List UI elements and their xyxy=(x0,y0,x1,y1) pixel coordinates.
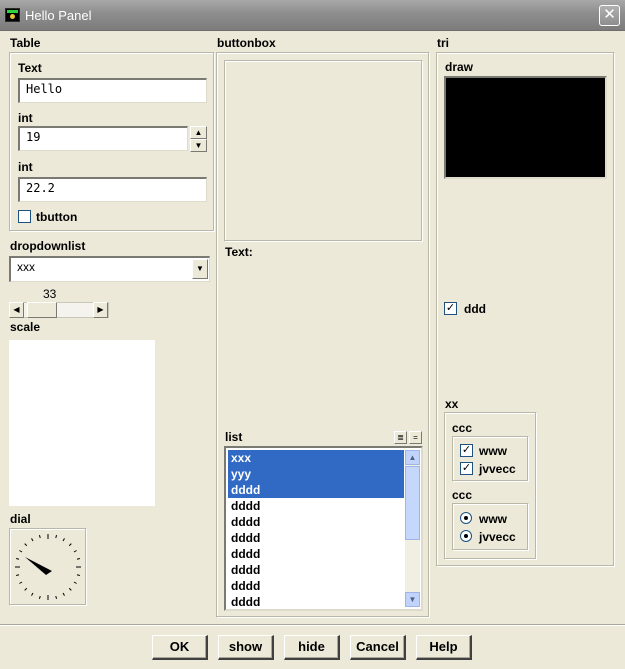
text-field[interactable]: Hello xyxy=(18,78,207,103)
list-item[interactable]: xxx xyxy=(228,450,404,466)
dial-tick xyxy=(68,543,72,547)
draw-label: draw xyxy=(445,60,474,74)
dial-tick xyxy=(38,534,41,539)
list-mode-single-icon[interactable]: = xyxy=(409,431,422,444)
dial-tick xyxy=(24,543,28,547)
list-item[interactable]: dddd xyxy=(228,562,404,578)
bottom-divider-highlight xyxy=(0,625,625,626)
dial-tick xyxy=(15,557,20,560)
ddd-label: ddd xyxy=(464,302,486,316)
tbutton-label: tbutton xyxy=(36,210,78,224)
www-radio[interactable] xyxy=(460,512,472,524)
dial-tick xyxy=(31,592,34,596)
dial-tick xyxy=(31,538,34,542)
dial-tick xyxy=(38,595,41,600)
text-label: Text xyxy=(18,61,42,75)
ccc-label-2: ccc xyxy=(452,488,473,502)
list-item[interactable]: dddd xyxy=(228,594,404,610)
list-item[interactable]: dddd xyxy=(228,578,404,594)
scroll-up-icon[interactable]: ▲ xyxy=(405,450,420,465)
int-label-1: int xyxy=(18,111,33,125)
www-checkbox-label: www xyxy=(479,444,508,458)
jvvecc-radio-label: jvvecc xyxy=(479,530,516,544)
show-button[interactable]: show xyxy=(218,635,274,660)
dropdown-value: xxx xyxy=(17,260,35,274)
dial-tick xyxy=(55,595,58,600)
dial-label: dial xyxy=(10,512,31,526)
buttonbox-area[interactable] xyxy=(224,60,423,242)
slider-right-icon[interactable]: ▶ xyxy=(93,302,108,318)
dial-tick xyxy=(19,550,23,553)
scale-label: scale xyxy=(10,320,41,334)
tri-label: tri xyxy=(437,36,449,50)
list-item[interactable]: dddd xyxy=(228,498,404,514)
dial-frame[interactable] xyxy=(9,528,87,606)
hello-panel-window: Hello Panel ✕ Table Text Hello int 19 ▲ … xyxy=(0,0,625,669)
jvvecc-checkbox-label: jvvecc xyxy=(479,462,516,476)
dial-tick xyxy=(15,574,20,577)
scroll-down-icon[interactable]: ▼ xyxy=(405,592,420,607)
slider-thumb[interactable] xyxy=(27,302,57,318)
table-label: Table xyxy=(10,36,41,50)
list-item[interactable]: dddd xyxy=(228,546,404,562)
dial-tick xyxy=(73,581,77,584)
spin-down-icon[interactable]: ▼ xyxy=(190,139,207,152)
jvvecc-checkbox[interactable]: ✓ xyxy=(460,462,473,475)
scale-canvas[interactable] xyxy=(9,340,155,506)
buttonbox-label: buttonbox xyxy=(217,36,276,50)
dial-tick xyxy=(73,550,77,553)
www-radio-label: www xyxy=(479,512,508,526)
chevron-down-icon[interactable]: ▼ xyxy=(192,259,208,279)
list-mode-multi-icon[interactable]: ≣ xyxy=(394,431,407,444)
xx-label: xx xyxy=(445,397,459,411)
dial-tick xyxy=(62,592,65,596)
dropdownlist-label: dropdownlist xyxy=(10,239,86,253)
app-icon xyxy=(5,8,20,22)
int-field-1[interactable]: 19 xyxy=(18,126,188,151)
dial-icon[interactable] xyxy=(10,529,88,607)
dial-tick xyxy=(76,574,81,577)
slider-left-icon[interactable]: ◀ xyxy=(9,302,24,318)
list-label: list xyxy=(225,430,243,444)
window-title: Hello Panel xyxy=(25,8,92,23)
dial-tick xyxy=(19,581,23,584)
hide-button[interactable]: hide xyxy=(284,635,340,660)
int-label-2: int xyxy=(18,160,33,174)
dial-tick xyxy=(62,538,65,542)
list-item[interactable]: dddd xyxy=(228,482,404,498)
dial-tick xyxy=(24,587,28,591)
jvvecc-radio[interactable] xyxy=(460,530,472,542)
dial-tick xyxy=(76,557,81,560)
help-button[interactable]: Help xyxy=(416,635,472,660)
scroll-thumb[interactable] xyxy=(405,466,420,540)
ccc-label-1: ccc xyxy=(452,421,473,435)
draw-canvas[interactable] xyxy=(444,76,607,179)
buttonbox-text-label: Text: xyxy=(225,245,253,259)
ddd-checkbox[interactable]: ✓ xyxy=(444,302,457,315)
ok-button[interactable]: OK xyxy=(152,635,208,660)
www-checkbox[interactable]: ✓ xyxy=(460,444,473,457)
int-field-2[interactable]: 22.2 xyxy=(18,177,207,202)
cancel-button[interactable]: Cancel xyxy=(350,635,406,660)
dropdown-select[interactable]: xxx xyxy=(9,256,210,282)
spin-up-icon[interactable]: ▲ xyxy=(190,126,207,139)
title-bar[interactable]: Hello Panel ✕ xyxy=(0,0,625,31)
close-icon[interactable]: ✕ xyxy=(599,5,620,26)
list-item[interactable]: dddd xyxy=(228,514,404,530)
slider-value: 33 xyxy=(43,287,57,301)
list-item[interactable]: yyy xyxy=(228,466,404,482)
list-box[interactable]: xxx yyy dddd dddd dddd dddd dddd dddd dddd dddd ▲… xyxy=(224,446,423,611)
dial-tick xyxy=(68,587,72,591)
list-item[interactable]: dddd xyxy=(228,530,404,546)
dial-tick xyxy=(55,534,58,539)
tbutton-checkbox[interactable] xyxy=(18,210,31,223)
